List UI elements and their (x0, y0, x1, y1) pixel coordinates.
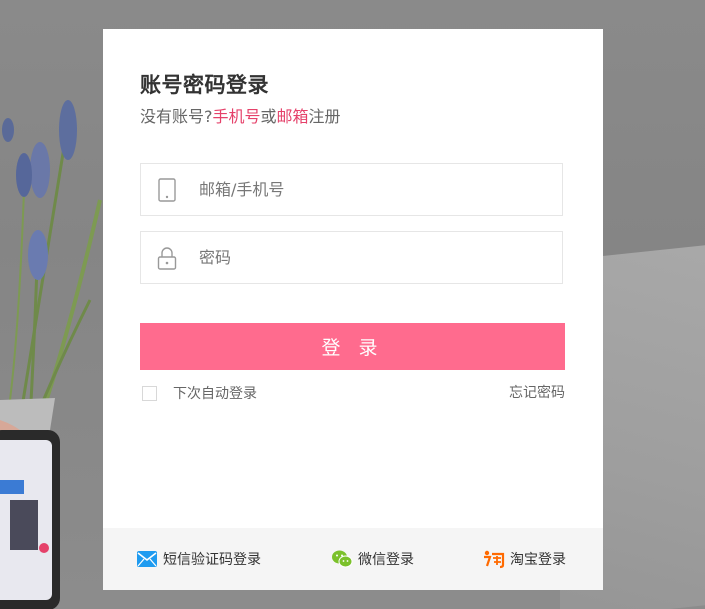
forgot-password-link[interactable]: 忘记密码 (509, 383, 565, 403)
taobao-login-button[interactable]: 淘宝登录 (483, 548, 566, 570)
remember-me-label[interactable]: 下次自动登录 (173, 383, 257, 403)
taobao-login-label: 淘宝登录 (510, 552, 566, 568)
register-prompt: 没有账号?手机号或邮箱注册 (140, 103, 341, 127)
sms-login-label: 短信验证码登录 (163, 552, 261, 568)
wechat-login-button[interactable]: 微信登录 (331, 548, 414, 570)
login-card: 账号密码登录 没有账号?手机号或邮箱注册 登 录 下次自动登录 忘记密码 (103, 29, 603, 590)
wechat-login-label: 微信登录 (358, 552, 414, 568)
register-email-link[interactable]: 邮箱 (277, 107, 309, 126)
page-title: 账号密码登录 (140, 73, 269, 97)
phone-icon (158, 178, 176, 202)
register-phone-link[interactable]: 手机号 (213, 107, 261, 126)
taobao-icon (484, 550, 505, 569)
password-input[interactable] (199, 232, 549, 283)
lock-icon (157, 247, 177, 270)
password-field (140, 231, 563, 284)
login-button[interactable]: 登 录 (140, 323, 565, 370)
remember-me: 下次自动登录 (142, 383, 257, 403)
envelope-icon (137, 551, 157, 567)
account-field (140, 163, 563, 216)
alt-login-footer: 短信验证码登录 微信登录 淘宝登录 (103, 528, 603, 590)
register-prompt-or: 或 (260, 107, 277, 126)
remember-me-checkbox[interactable] (142, 385, 157, 401)
account-input[interactable] (199, 164, 549, 215)
wechat-icon (332, 550, 353, 568)
background-plant-photo (0, 100, 102, 609)
register-prompt-suffix: 注册 (308, 107, 341, 126)
register-prompt-prefix: 没有账号? (140, 107, 213, 126)
sms-login-button[interactable]: 短信验证码登录 (136, 548, 261, 570)
